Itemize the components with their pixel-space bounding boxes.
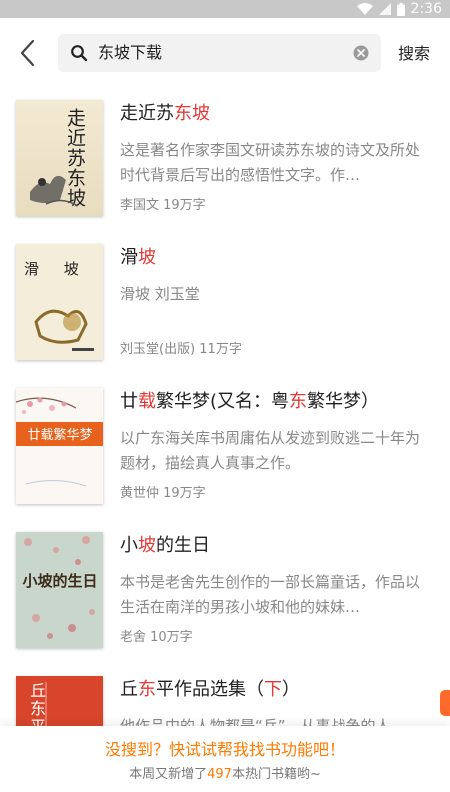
list-item[interactable]: 丘东平选集 丘东平作品选集（下） 他作品中的人物都是“兵”，从事战争的人… bbox=[0, 662, 450, 726]
book-description: 他作品中的人物都是“兵”，从事战争的人… bbox=[120, 717, 406, 726]
book-cover: 廿载繁华梦 bbox=[16, 388, 103, 504]
book-meta: 黄世仲 19万字 bbox=[120, 486, 206, 501]
book-cover: 丘东平选集 bbox=[16, 676, 103, 726]
book-meta: 刘玉堂(出版) 11万字 bbox=[120, 342, 242, 357]
clear-icon[interactable] bbox=[353, 45, 369, 61]
cover-illustration bbox=[34, 309, 94, 351]
status-time: 2:36 bbox=[410, 1, 442, 17]
cover-title: 小坡的生日 bbox=[22, 572, 98, 590]
signal-icon bbox=[378, 3, 391, 15]
book-title: 丘东平作品选集（下） bbox=[120, 679, 300, 700]
cover-title: 廿载繁华梦 bbox=[27, 428, 93, 443]
book-description: 这是著名作家李国文研读苏东坡的诗文及所处时代背景后写出的感悟性文字。作… bbox=[120, 141, 421, 184]
book-cover: 走近苏东坡 bbox=[16, 100, 103, 216]
book-description: 以广东海关库书周庸佑从发迹到败逃二十年为题材，描绘真人真事之作。 bbox=[120, 429, 421, 472]
list-item[interactable]: 小坡的生日 小坡的生日 本书是老舍先生创作的一部长篇童话，作品以生活在南洋的男孩… bbox=[0, 518, 450, 660]
cover-illustration bbox=[45, 682, 47, 726]
book-title: 滑坡 bbox=[120, 247, 156, 268]
back-arrow-icon[interactable] bbox=[16, 38, 42, 68]
new-book-count: 497 bbox=[207, 767, 232, 782]
search-input[interactable]: 东坡下载 bbox=[58, 34, 381, 72]
battery-icon bbox=[396, 2, 405, 16]
search-button[interactable]: 搜索 bbox=[398, 44, 430, 64]
book-title: 廿载繁华梦(又名：粤东繁华梦） bbox=[120, 391, 380, 412]
book-description: 滑坡 刘玉堂 bbox=[120, 285, 200, 303]
find-book-link[interactable]: 没搜到？快试试帮我找书功能吧！ bbox=[0, 740, 450, 760]
floating-gift-tab[interactable] bbox=[440, 690, 450, 716]
banner-subtext: 本周又新增了497本热门书籍哟~ bbox=[129, 767, 321, 782]
book-meta: 老舍 10万字 bbox=[120, 630, 193, 645]
find-book-banner: 没搜到？快试试帮我找书功能吧！ 本周又新增了497本热门书籍哟~ bbox=[0, 726, 450, 792]
search-icon bbox=[71, 45, 88, 62]
book-title: 走近苏东坡 bbox=[120, 103, 210, 124]
status-icons: 2:36 bbox=[356, 0, 442, 18]
book-meta: 李国文 19万字 bbox=[120, 198, 206, 213]
list-item[interactable]: 走近苏东坡 走近苏东坡 这是著名作家李国文研读苏东坡的诗文及所处时代背景后写出的… bbox=[0, 86, 450, 228]
book-description: 本书是老舍先生创作的一部长篇童话，作品以生活在南洋的男孩小坡和他的妹妹… bbox=[120, 573, 421, 616]
cover-illustration bbox=[30, 175, 79, 207]
list-item[interactable]: 廿载繁华梦 廿载繁华梦(又名：粤东繁华梦） 以广东海关库书周庸佑从发迹到败逃二十… bbox=[0, 374, 450, 516]
list-item[interactable]: 滑 坡 滑坡 滑坡 刘玉堂 刘玉堂(出版) 11万字 bbox=[0, 230, 450, 372]
search-results-list: 走近苏东坡 走近苏东坡 这是著名作家李国文研读苏东坡的诗文及所处时代背景后写出的… bbox=[0, 86, 450, 726]
search-query-text[interactable]: 东坡下载 bbox=[98, 43, 162, 63]
book-title: 小坡的生日 bbox=[120, 535, 210, 556]
book-cover: 滑 坡 bbox=[16, 244, 103, 360]
search-header: 东坡下载 搜索 bbox=[0, 18, 450, 86]
cover-illustration bbox=[16, 397, 103, 487]
status-bar: 2:36 bbox=[0, 0, 450, 18]
wifi-icon bbox=[356, 3, 373, 15]
book-cover: 小坡的生日 bbox=[16, 532, 103, 648]
